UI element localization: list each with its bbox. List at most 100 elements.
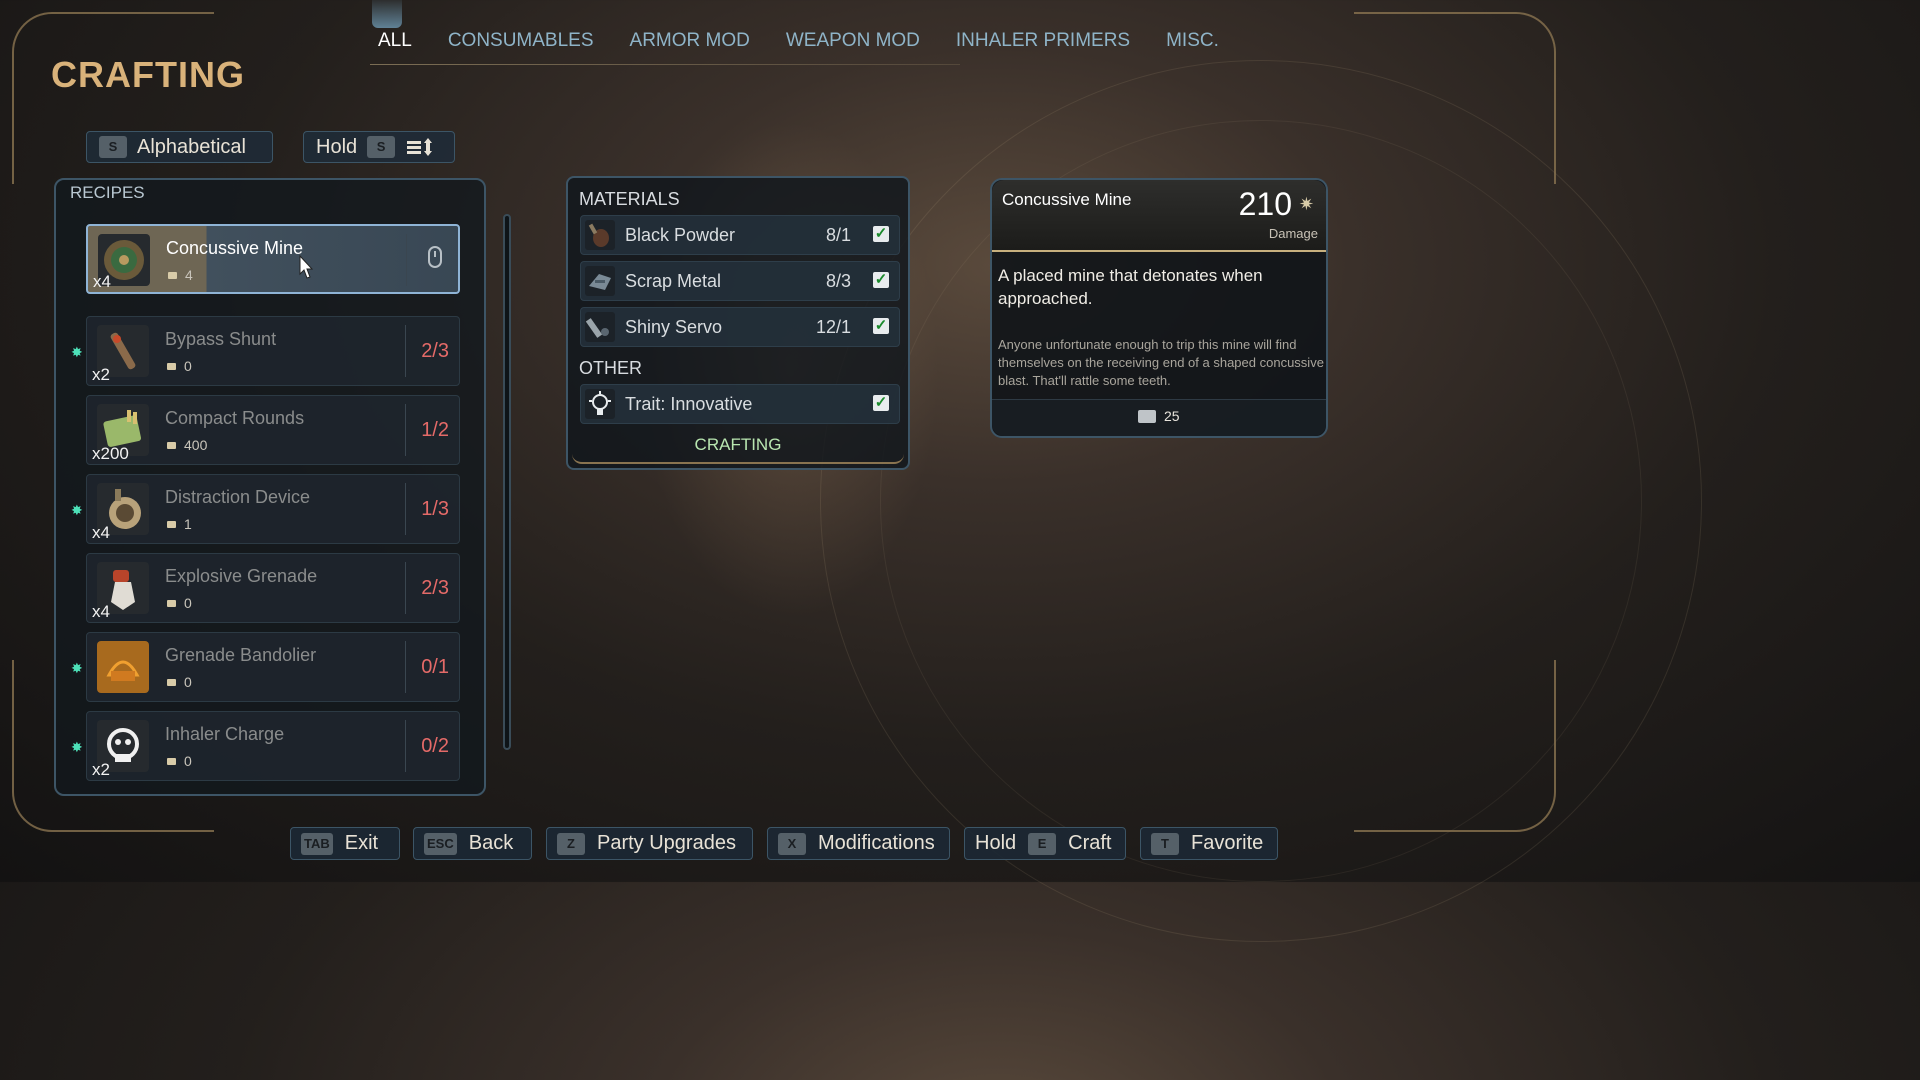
favorite-button[interactable]: T Favorite [1140, 827, 1278, 860]
tab-active-indicator [372, 0, 402, 28]
shiny-servo-icon [585, 312, 615, 342]
sort-alphabetical-button[interactable]: S Alphabetical [86, 131, 273, 163]
recipes-scrollbar[interactable] [503, 214, 511, 750]
new-indicator-icon: ✸ [71, 739, 83, 755]
requirement-name: Trait: Innovative [625, 394, 753, 414]
key-x-icon: X [778, 832, 806, 855]
exit-button[interactable]: TAB Exit [290, 827, 400, 860]
recipe-owned: 0 [167, 595, 192, 611]
recipe-name: Inhaler Charge [165, 724, 285, 744]
materials-heading: MATERIALS [579, 189, 680, 209]
craft-button[interactable]: Hold E Craft [964, 827, 1126, 860]
sort-order-button[interactable]: Hold S [303, 131, 455, 163]
recipe-grenade-bandolier[interactable]: ✸ Grenade Bandolier 0 0/1 [71, 632, 460, 702]
detail-damage-value: 210 [1238, 186, 1292, 222]
inventory-icon [167, 599, 176, 607]
requirement-trait-innovative[interactable]: Trait: Innovative ✓ [580, 384, 900, 424]
button-label: Craft [1068, 832, 1112, 854]
owned-count: 0 [184, 674, 192, 690]
recipe-name: Distraction Device [165, 487, 311, 507]
tab-weapon-mod[interactable]: WEAPON MOD [768, 28, 938, 64]
black-powder-icon [585, 220, 615, 250]
owned-count: 0 [184, 358, 192, 374]
material-count: 8/3 [825, 271, 851, 291]
detail-header: Concussive Mine 210 ✷ Damage [992, 180, 1326, 252]
inventory-icon [167, 362, 176, 370]
material-count: 8/1 [825, 225, 851, 245]
checkmark-icon: ✓ [873, 271, 889, 288]
owned-count: 400 [184, 437, 208, 453]
sort-order-icon [407, 138, 433, 156]
recipe-craftable-count: 2/3 [421, 577, 449, 599]
material-name: Scrap Metal [625, 271, 722, 291]
lightbulb-icon [585, 389, 615, 419]
owned-count: 0 [184, 753, 192, 769]
material-count: 12/1 [815, 317, 851, 337]
detail-lore: Anyone unfortunate enough to trip this m… [998, 337, 1324, 388]
recipe-name: Concussive Mine [166, 238, 304, 258]
grenade-bandolier-icon [97, 641, 149, 693]
recipe-craftable-count: 1/3 [421, 498, 449, 520]
button-label: Exit [344, 832, 379, 854]
modifications-button[interactable]: X Modifications [767, 827, 950, 860]
checkmark-icon: ✓ [873, 317, 889, 334]
tab-misc[interactable]: MISC. [1148, 28, 1237, 64]
material-black-powder[interactable]: Black Powder 8/1 ✓ [580, 215, 900, 255]
recipe-divider [405, 720, 406, 772]
recipe-name: Compact Rounds [165, 408, 305, 428]
material-scrap-metal[interactable]: Scrap Metal 8/3 ✓ [580, 261, 900, 301]
recipe-owned: 0 [167, 674, 192, 690]
tab-underline [370, 64, 960, 65]
scrap-metal-icon [585, 266, 615, 296]
owned-count: 1 [184, 516, 192, 532]
party-upgrades-button[interactable]: Z Party Upgrades [546, 827, 753, 860]
recipe-divider [405, 562, 406, 614]
mouse-cursor-icon [299, 254, 314, 279]
hold-label: Hold [316, 135, 358, 158]
recipe-quantity: x4 [92, 602, 110, 621]
recipe-quantity: x4 [92, 523, 110, 542]
button-label: Back [468, 832, 514, 854]
recipe-name: Grenade Bandolier [165, 645, 317, 665]
recipe-inhaler-charge[interactable]: ✸ x2 Inhaler Charge 0 0/2 [71, 711, 460, 781]
new-indicator-icon: ✸ [71, 344, 83, 360]
category-tabs: ALL CONSUMABLES ARMOR MOD WEAPON MOD INH… [360, 28, 1237, 64]
material-name: Black Powder [625, 225, 736, 245]
recipe-name: Explosive Grenade [165, 566, 318, 586]
sort-label: Alphabetical [137, 135, 246, 158]
checkmark-icon: ✓ [873, 394, 889, 411]
recipe-concussive-mine[interactable]: x4 Concussive Mine 4 [86, 224, 460, 294]
recipe-explosive-grenade[interactable]: x4 Explosive Grenade 0 2/3 [86, 553, 460, 623]
recipe-craftable-count: 0/2 [421, 735, 449, 757]
tab-all[interactable]: ALL [360, 28, 430, 64]
recipe-quantity: x2 [92, 760, 110, 779]
back-button[interactable]: ESC Back [413, 827, 532, 860]
tab-inhaler-primers[interactable]: INHALER PRIMERS [938, 28, 1148, 64]
material-shiny-servo[interactable]: Shiny Servo 12/1 ✓ [580, 307, 900, 347]
recipe-divider [405, 483, 406, 535]
tab-armor-mod[interactable]: ARMOR MOD [612, 28, 768, 64]
tab-consumables[interactable]: CONSUMABLES [430, 28, 612, 64]
item-detail-card: Concussive Mine 210 ✷ Damage A placed mi… [990, 178, 1328, 438]
recipe-bypass-shunt[interactable]: ✸ x2 Bypass Shunt 0 2/3 [71, 316, 460, 386]
recipe-compact-rounds[interactable]: x200 Compact Rounds 400 1/2 [86, 395, 460, 465]
inventory-icon [167, 678, 176, 686]
recipe-quantity: x200 [92, 444, 129, 463]
other-heading: OTHER [579, 358, 642, 378]
page-title: CRAFTING [51, 54, 245, 95]
detail-stat-label: Damage [1268, 226, 1318, 241]
damage-burst-icon: ✷ [1298, 194, 1314, 214]
material-name: Shiny Servo [625, 317, 723, 337]
crafting-status-label: CRAFTING [694, 435, 782, 454]
owned-count: 4 [185, 267, 193, 283]
recipe-distraction-device[interactable]: ✸ x4 Distraction Device 1 1/3 [71, 474, 460, 544]
recipe-owned: 0 [167, 753, 192, 769]
recipe-owned: 400 [167, 437, 207, 453]
new-indicator-icon: ✸ [71, 660, 83, 676]
recipe-divider [406, 234, 407, 286]
inventory-icon [167, 520, 176, 528]
recipes-heading: RECIPES [70, 183, 145, 202]
recipe-divider [405, 325, 406, 377]
mouse-icon [428, 246, 442, 268]
detail-footer: 25 [992, 399, 1326, 436]
